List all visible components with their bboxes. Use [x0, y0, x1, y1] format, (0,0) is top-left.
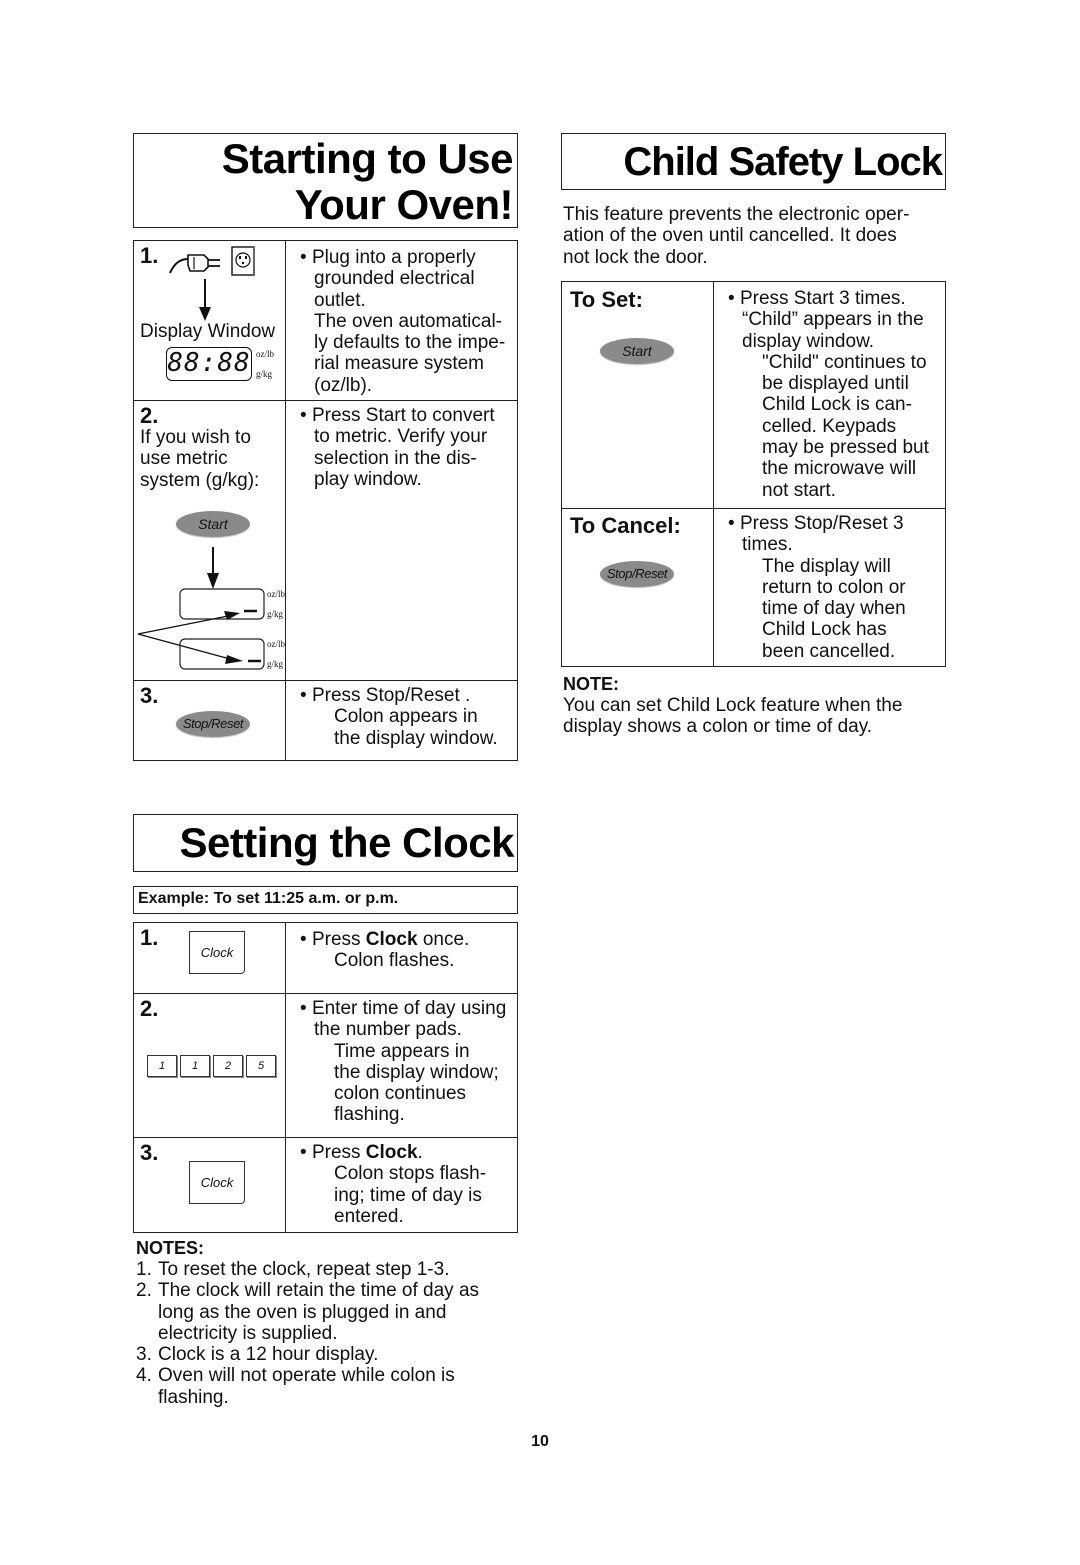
notes-heading: NOTES:: [136, 1238, 205, 1258]
number-pad-key: 2: [213, 1055, 243, 1077]
unit-imperial-label: oz/lb: [256, 349, 274, 359]
number-pads: 1125: [147, 1053, 279, 1077]
clock-step-1-left: 1. Clock: [133, 922, 286, 994]
step-instruction: • Press Clock once. Colon flashes.: [300, 929, 470, 972]
child-lock-note: NOTE: You can set Child Lock feature whe…: [563, 674, 953, 738]
number-pad-key: 1: [180, 1055, 210, 1077]
clock-step-2-left: 2. 1125: [133, 993, 286, 1138]
unit-metric-label: g/kg: [256, 369, 273, 379]
to-cancel-row: To Cancel: Stop/Reset • Press Stop/Reset…: [561, 507, 946, 668]
clock-example: Example: To set 11:25 a.m. or p.m.: [138, 890, 399, 907]
to-cancel-right: • Press Stop/Reset 3 times. The display …: [713, 507, 946, 668]
note-heading: NOTE:: [563, 674, 619, 694]
to-cancel-instruction: • Press Stop/Reset 3 times. The display …: [728, 513, 906, 662]
number-pad-key: 1: [147, 1055, 177, 1077]
to-cancel-left: To Cancel: Stop/Reset: [561, 507, 714, 668]
child-lock-table: To Set: Start • Press Start 3 times. “Ch…: [561, 281, 946, 668]
power-plug-icon: [169, 254, 220, 274]
stop-reset-button-icon: Stop/Reset: [600, 561, 674, 587]
display-window-caption: Display Window: [140, 321, 276, 342]
clock-step-3: 3. Clock • Press Clock. Colon stops flas…: [133, 1137, 518, 1233]
to-set-instruction: • Press Start 3 times. “Child” appears i…: [728, 288, 929, 501]
step-number: 2.: [140, 403, 159, 429]
arrow-down-icon: [207, 547, 219, 590]
starting-title-box: Starting to Use Your Oven!: [133, 133, 518, 228]
unit-metric-label: g/kg: [267, 609, 284, 620]
metric-caption: If you wish to use metric system (g/kg):: [140, 427, 260, 491]
to-set-right: • Press Start 3 times. “Child” appears i…: [713, 281, 946, 509]
step-instruction: • Plug into a properly grounded electric…: [300, 247, 506, 396]
note-item: 1. To reset the clock, repeat step 1-3.: [136, 1259, 450, 1280]
to-cancel-label: To Cancel:: [570, 513, 681, 538]
clock-key-icon: Clock: [189, 931, 245, 974]
step-instruction: • Press Clock. Colon stops flash- ing; t…: [300, 1142, 487, 1227]
step-instruction: • Enter time of day using the number pad…: [300, 998, 507, 1126]
clock-key-icon: Clock: [189, 1161, 245, 1204]
starting-step-3-left: 3. Stop/Reset: [133, 680, 286, 762]
starting-steps-table: 1. Display Window 88:88 oz/lb g/kg • Plu…: [133, 239, 518, 762]
arrow-down-icon: [199, 279, 211, 321]
starting-step-2: 2. If you wish to use metric system (g/k…: [133, 400, 518, 682]
stop-reset-button-icon: Stop/Reset: [176, 711, 250, 738]
start-button-icon: Start: [176, 511, 250, 538]
clock-step-3-left: 3. Clock: [133, 1137, 286, 1233]
starting-step-1: 1. Display Window 88:88 oz/lb g/kg • Plu…: [133, 239, 518, 402]
wall-outlet-icon: [231, 246, 255, 276]
step-number: 2.: [140, 996, 159, 1021]
child-lock-title: Child Safety Lock: [623, 140, 943, 184]
clock-step-2-right: • Enter time of day using the number pad…: [285, 993, 518, 1138]
starting-step-2-right: • Press Start to convert to metric. Veri…: [285, 400, 518, 682]
step-instruction: • Press Start to convert to metric. Veri…: [300, 405, 495, 490]
number-pad-key: 5: [246, 1055, 276, 1077]
step-instruction: • Press Stop/Reset . Colon appears in th…: [300, 685, 498, 749]
child-lock-intro: This feature prevents the electronic ope…: [563, 204, 910, 268]
note-item: 4. Oven will not operate while colon is f…: [136, 1365, 455, 1408]
step-number: 3.: [140, 683, 159, 709]
unit-metric-label: g/kg: [267, 659, 284, 670]
clock-steps-table: 1. Clock • Press Clock once. Colon flash…: [133, 922, 518, 1233]
starting-title-line2: Your Oven!: [294, 181, 514, 228]
clock-step-3-right: • Press Clock. Colon stops flash- ing; t…: [285, 1137, 518, 1233]
note-item: 2. The clock will retain the time of day…: [136, 1280, 480, 1344]
metric-display-diagram: [137, 588, 265, 670]
unit-imperial-label: oz/lb: [267, 589, 285, 600]
starting-title-line1: Starting to Use: [221, 135, 514, 182]
clock-example-box: Example: To set 11:25 a.m. or p.m.: [133, 886, 518, 914]
starting-step-2-left: 2. If you wish to use metric system (g/k…: [133, 400, 286, 682]
starting-step-1-right: • Plug into a properly grounded electric…: [285, 239, 518, 402]
step-number: 1.: [140, 243, 159, 268]
to-set-left: To Set: Start: [561, 281, 714, 509]
clock-title: Setting the Clock: [179, 819, 514, 866]
page-number: 10: [531, 1433, 549, 1450]
clock-step-1: 1. Clock • Press Clock once. Colon flash…: [133, 922, 518, 994]
starting-step-1-left: 1. Display Window 88:88 oz/lb g/kg: [133, 239, 286, 402]
starting-step-3-right: • Press Stop/Reset . Colon appears in th…: [285, 680, 518, 762]
child-lock-title-box: Child Safety Lock: [561, 133, 946, 190]
note-item: 3. Clock is a 12 hour display.: [136, 1344, 379, 1366]
display-window: 88:88: [166, 347, 252, 381]
clock-title-box: Setting the Clock: [133, 814, 518, 872]
start-button-icon: Start: [600, 338, 674, 364]
clock-notes: NOTES: 1. To reset the clock, repeat ste…: [136, 1238, 526, 1408]
display-digits: 88:88: [167, 348, 251, 378]
starting-step-3: 3. Stop/Reset • Press Stop/Reset . Colon…: [133, 680, 518, 762]
to-set-label: To Set:: [570, 287, 643, 312]
to-set-row: To Set: Start • Press Start 3 times. “Ch…: [561, 281, 946, 509]
clock-step-1-right: • Press Clock once. Colon flashes.: [285, 922, 518, 994]
unit-imperial-label: oz/lb: [267, 639, 285, 650]
clock-step-2: 2. 1125 • Enter time of day using the nu…: [133, 993, 518, 1138]
